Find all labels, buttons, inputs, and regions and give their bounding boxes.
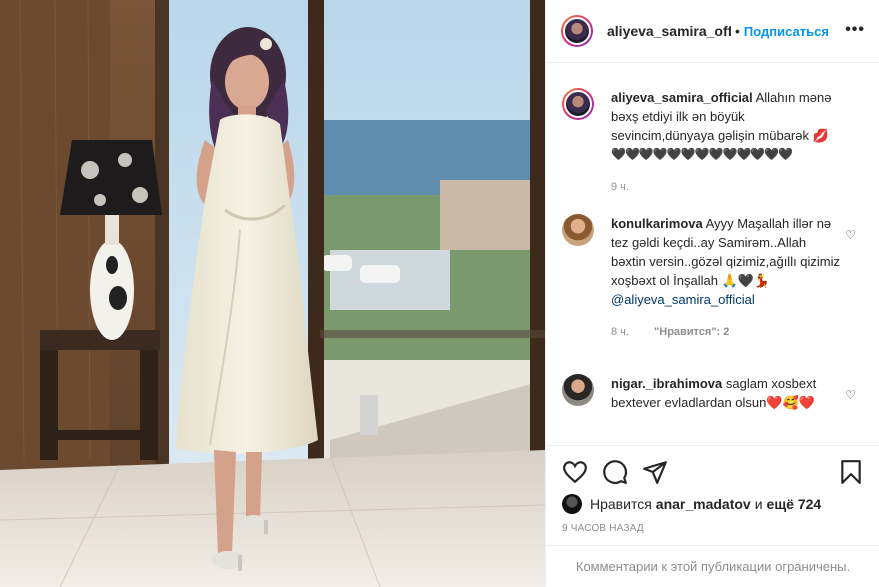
author-avatar[interactable] [561,15,593,47]
caption-hearts: 🖤🖤🖤🖤🖤🖤🖤🖤🖤🖤🖤🖤🖤 [611,147,793,161]
comment-item: konulkarimova Ayyy Maşallah illər nə tez… [562,214,862,354]
comment-mention-link[interactable]: @aliyeva_samira_official [611,290,841,309]
share-send-icon[interactable] [642,459,668,485]
comment-username[interactable]: konulkarimova [611,216,703,231]
comment-likes-count[interactable]: "Нравится": 2 [654,326,729,338]
instagram-post: aliyeva_samira_official • Подписаться ••… [0,0,879,587]
caption: aliyeva_samira_official Allahın mənə bəx… [562,88,862,208]
comment-item: nigar._ibrahimova saglam xosbext bexteve… [562,374,862,444]
caption-body: aliyeva_samira_official Allahın mənə bəx… [611,88,841,197]
comment-bubble-icon[interactable] [602,459,628,485]
liker-avatar[interactable] [562,494,582,514]
comment-body: konulkarimova Ayyy Maşallah illər nə tez… [611,214,841,342]
liker-username[interactable]: anar_madatov [656,496,751,512]
comments-limited-notice: Комментарии к этой публикации ограничены… [546,545,879,587]
likes-count[interactable]: ещё 724 [767,496,822,512]
comment-like-icon[interactable]: ♡ [845,228,856,242]
commenter-avatar[interactable] [562,214,594,246]
post-header: aliyeva_samira_official • Подписаться ••… [546,0,879,63]
likes-summary: Нравится anar_madatov и ещё 724 [562,493,825,515]
caption-avatar[interactable] [562,88,594,120]
comment-username[interactable]: nigar._ibrahimova [611,376,722,391]
photo-illustration [0,0,545,587]
more-options-icon[interactable]: ••• [845,22,865,38]
comment-time: 8 ч. [611,326,629,338]
commenter-avatar[interactable] [562,374,594,406]
post-actions [546,445,879,495]
post-photo[interactable] [0,0,545,587]
comment-body: nigar._ibrahimova saglam xosbext bexteve… [611,374,841,412]
comment-meta: 8 ч. "Нравится": 2 [611,323,841,342]
caption-username[interactable]: aliyeva_samira_official [611,90,753,105]
likes-prefix: Нравится [590,496,652,512]
header-separator: • [735,23,740,39]
like-heart-icon[interactable] [562,459,588,485]
likes-conjunction: и [754,496,763,512]
save-bookmark-icon[interactable] [838,459,864,485]
author-username[interactable]: aliyeva_samira_official [607,23,731,39]
comment-like-icon[interactable]: ♡ [845,388,856,402]
post-side-panel: aliyeva_samira_official • Подписаться ••… [545,0,879,587]
comments-list[interactable]: aliyeva_samira_official Allahın mənə bəx… [546,64,879,444]
follow-button[interactable]: Подписаться [744,24,829,39]
post-timestamp[interactable]: 9 ЧАСОВ НАЗАД [562,523,644,534]
caption-time: 9 ч. [611,181,629,193]
